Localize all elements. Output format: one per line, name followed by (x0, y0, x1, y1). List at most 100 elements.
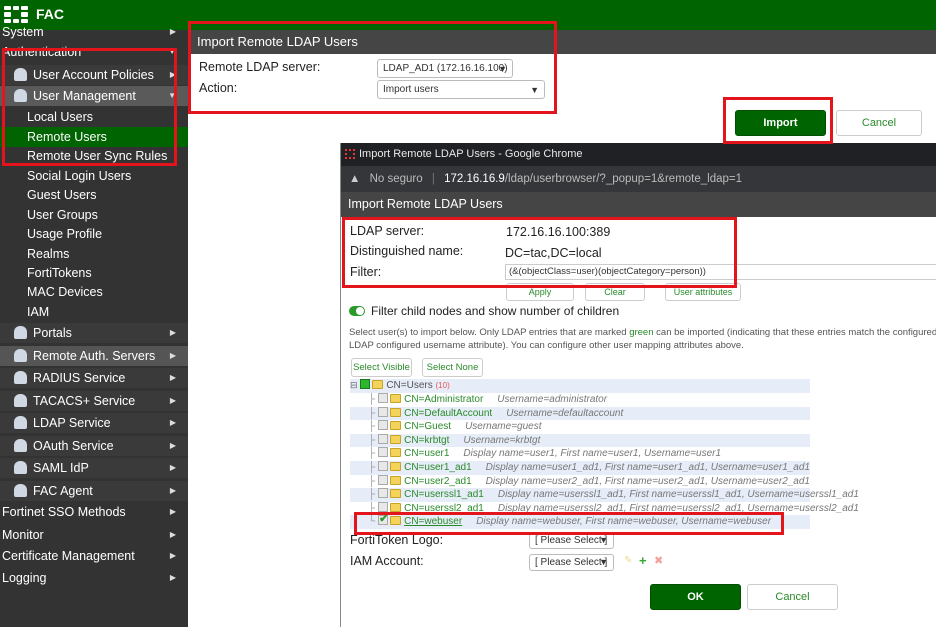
user-cn[interactable]: CN=Guest (404, 421, 451, 432)
sidebar-item[interactable]: FAC Agent ▶ (0, 481, 188, 501)
tree-row[interactable]: └ ✔ CN=webuser Display name=webuser, First … (350, 513, 810, 529)
user-checkbox[interactable] (378, 433, 389, 444)
folder-icon (390, 489, 402, 499)
sidebar-item[interactable]: System ▶ (0, 22, 188, 42)
sidebar-item-label: IAM (27, 305, 50, 319)
sidebar-item[interactable]: User Groups (0, 205, 188, 225)
add-icon[interactable]: + (639, 553, 647, 568)
user-cn[interactable]: CN=user1 (404, 448, 449, 459)
sidebar-item[interactable]: Local Users (0, 107, 188, 127)
sidebar-item[interactable]: MAC Devices (0, 282, 188, 302)
chevron-right-icon: ▶ (169, 396, 176, 405)
chevron-down-icon: ▼ (599, 535, 608, 545)
partial-checkbox[interactable] (360, 379, 371, 389)
folder-icon (390, 407, 402, 417)
sidebar-item[interactable]: Certificate Management ▶ (0, 546, 188, 566)
sidebar-item[interactable]: Fortinet SSO Methods ▶ (0, 502, 188, 522)
remote-ldap-server-select[interactable]: LDAP_AD1 (172.16.16.100) ▼ (377, 59, 513, 78)
collapse-icon[interactable]: ⊟ (350, 380, 358, 390)
cancel-button[interactable]: Cancel (836, 110, 922, 136)
apply-button[interactable]: Apply (506, 283, 574, 301)
user-checkbox[interactable] (378, 406, 389, 417)
user-cn[interactable]: CN=Administrator (404, 394, 483, 405)
security-status: No seguro (369, 173, 423, 185)
import-popup-window: Import Remote LDAP Users - Google Chrome… (340, 143, 936, 627)
tree-row[interactable]: ├ CN=user2_ad1 Display name=user2_ad1, Fir… (350, 474, 810, 489)
filter-child-nodes-toggle[interactable] (349, 306, 365, 316)
warning-icon: ▲ (349, 173, 361, 185)
sidebar-item[interactable]: Usage Profile (0, 224, 188, 244)
user-cn[interactable]: CN=user2_ad1 (404, 476, 472, 487)
sidebar-item[interactable]: Social Login Users (0, 166, 188, 186)
tree-row[interactable]: ├ CN=Guest Username=guest (350, 420, 810, 434)
popup-header: Import Remote LDAP Users (341, 192, 936, 217)
user-cn[interactable]: CN=userssl2_ad1 (404, 503, 484, 514)
edit-icon[interactable]: ✎ (624, 555, 632, 566)
action-select[interactable]: Import users ▼ (377, 80, 545, 99)
help-text-green: green (629, 327, 654, 338)
tree-root-row[interactable]: ⊟ CN=Users (10) (350, 379, 810, 393)
sidebar-item-label: RADIUS Service (33, 371, 126, 385)
user-attributes-button[interactable]: User attributes (665, 283, 741, 301)
sidebar-item-label: Social Login Users (27, 169, 132, 183)
tree-row[interactable]: ├ CN=userssl1_ad1 Display name=userssl1_ad… (350, 488, 859, 502)
select-none-button[interactable]: Select None (422, 358, 483, 377)
ok-button[interactable]: OK (650, 584, 741, 610)
sidebar-item[interactable]: Realms (0, 244, 188, 264)
user-checkbox[interactable] (378, 420, 389, 431)
select-visible-button[interactable]: Select Visible (351, 358, 412, 377)
sidebar-item[interactable]: Logging ▶ (0, 568, 188, 588)
sidebar-item-label: User Groups (27, 208, 98, 222)
fortitoken-logo-select[interactable]: [ Please Select ] ▼ (529, 532, 614, 549)
tree-row[interactable]: ├ CN=DefaultAccount Username=defaultaccoun… (350, 406, 810, 421)
window-title: Import Remote LDAP Users - Google Chrome (359, 148, 583, 160)
chevron-right-icon: ▶ (169, 328, 176, 337)
folder-icon (390, 421, 402, 431)
user-checkbox[interactable] (378, 474, 389, 485)
sidebar-item[interactable]: Portals ▶ (0, 323, 188, 343)
sidebar-item[interactable]: User Account Policies ▶ (0, 65, 188, 85)
sidebar-item[interactable]: LDAP Service ▶ (0, 413, 188, 433)
sidebar-item[interactable]: User Management ▼ (0, 86, 188, 106)
tree-connector: ├ (368, 502, 376, 514)
user-attributes: Display name=userssl1_ad1, First name=us… (497, 489, 859, 501)
sidebar-item[interactable]: Authentication ▼ (0, 42, 188, 62)
sidebar-item-label: Authentication (2, 45, 82, 59)
user-checkbox[interactable]: ✔ (378, 513, 388, 526)
sidebar-item[interactable]: IAM (0, 302, 188, 322)
clear-button[interactable]: Clear (585, 283, 645, 301)
sidebar-item[interactable]: SAML IdP ▶ (0, 458, 188, 478)
user-checkbox[interactable] (378, 447, 389, 458)
user-cn[interactable]: CN=userssl1_ad1 (404, 489, 484, 500)
tree-row[interactable]: ├ CN=user1_ad1 Display name=user1_ad1, Fir… (350, 461, 810, 475)
tree-row[interactable]: ├ CN=Administrator Username=administrator (350, 393, 810, 407)
sidebar-item[interactable]: RADIUS Service ▶ (0, 368, 188, 388)
import-button[interactable]: Import (735, 110, 826, 136)
iam-account-select[interactable]: [ Please Select ] ▼ (529, 554, 614, 571)
tree-row[interactable]: ├ CN=krbtgt Username=krbtgt (350, 433, 810, 448)
delete-icon[interactable]: ✖ (654, 554, 663, 567)
user-cn[interactable]: CN=krbtgt (404, 435, 449, 446)
address-bar[interactable]: ▲ No seguro | 172.16.16.9/ldap/userbrows… (341, 166, 936, 192)
sidebar-item[interactable]: TACACS+ Service ▶ (0, 391, 188, 411)
sidebar-item[interactable]: Monitor ▶ (0, 525, 188, 545)
popup-cancel-button[interactable]: Cancel (747, 584, 838, 610)
user-checkbox[interactable] (378, 488, 389, 499)
user-checkbox[interactable] (378, 501, 389, 512)
tree-row[interactable]: ├ CN=userssl2_ad1 Display name=userssl2_ad… (350, 501, 859, 516)
sidebar-item[interactable]: Remote Auth. Servers ▶ (0, 346, 188, 366)
user-cn[interactable]: CN=DefaultAccount (404, 408, 492, 419)
user-cn[interactable]: CN=webuser (404, 516, 462, 527)
sidebar-item[interactable]: OAuth Service ▶ (0, 436, 188, 456)
user-cn[interactable]: CN=user1_ad1 (404, 462, 472, 473)
sidebar-item[interactable]: Remote User Sync Rules (0, 146, 188, 166)
sidebar-item[interactable]: FortiTokens (0, 263, 188, 283)
sidebar-item[interactable]: Remote Users (0, 127, 188, 147)
user-checkbox[interactable] (378, 393, 389, 403)
sidebar-item[interactable]: Guest Users (0, 185, 188, 205)
tree-row[interactable]: ├ CN=user1 Display name=user1, First name=… (350, 447, 810, 461)
filter-input[interactable]: (&(objectClass=user)(objectCategory=pers… (505, 264, 936, 280)
user-checkbox[interactable] (378, 461, 389, 471)
user-attributes: Display name=user1_ad1, First name=user1… (485, 462, 810, 473)
chevron-down-icon: ▼ (168, 91, 176, 100)
